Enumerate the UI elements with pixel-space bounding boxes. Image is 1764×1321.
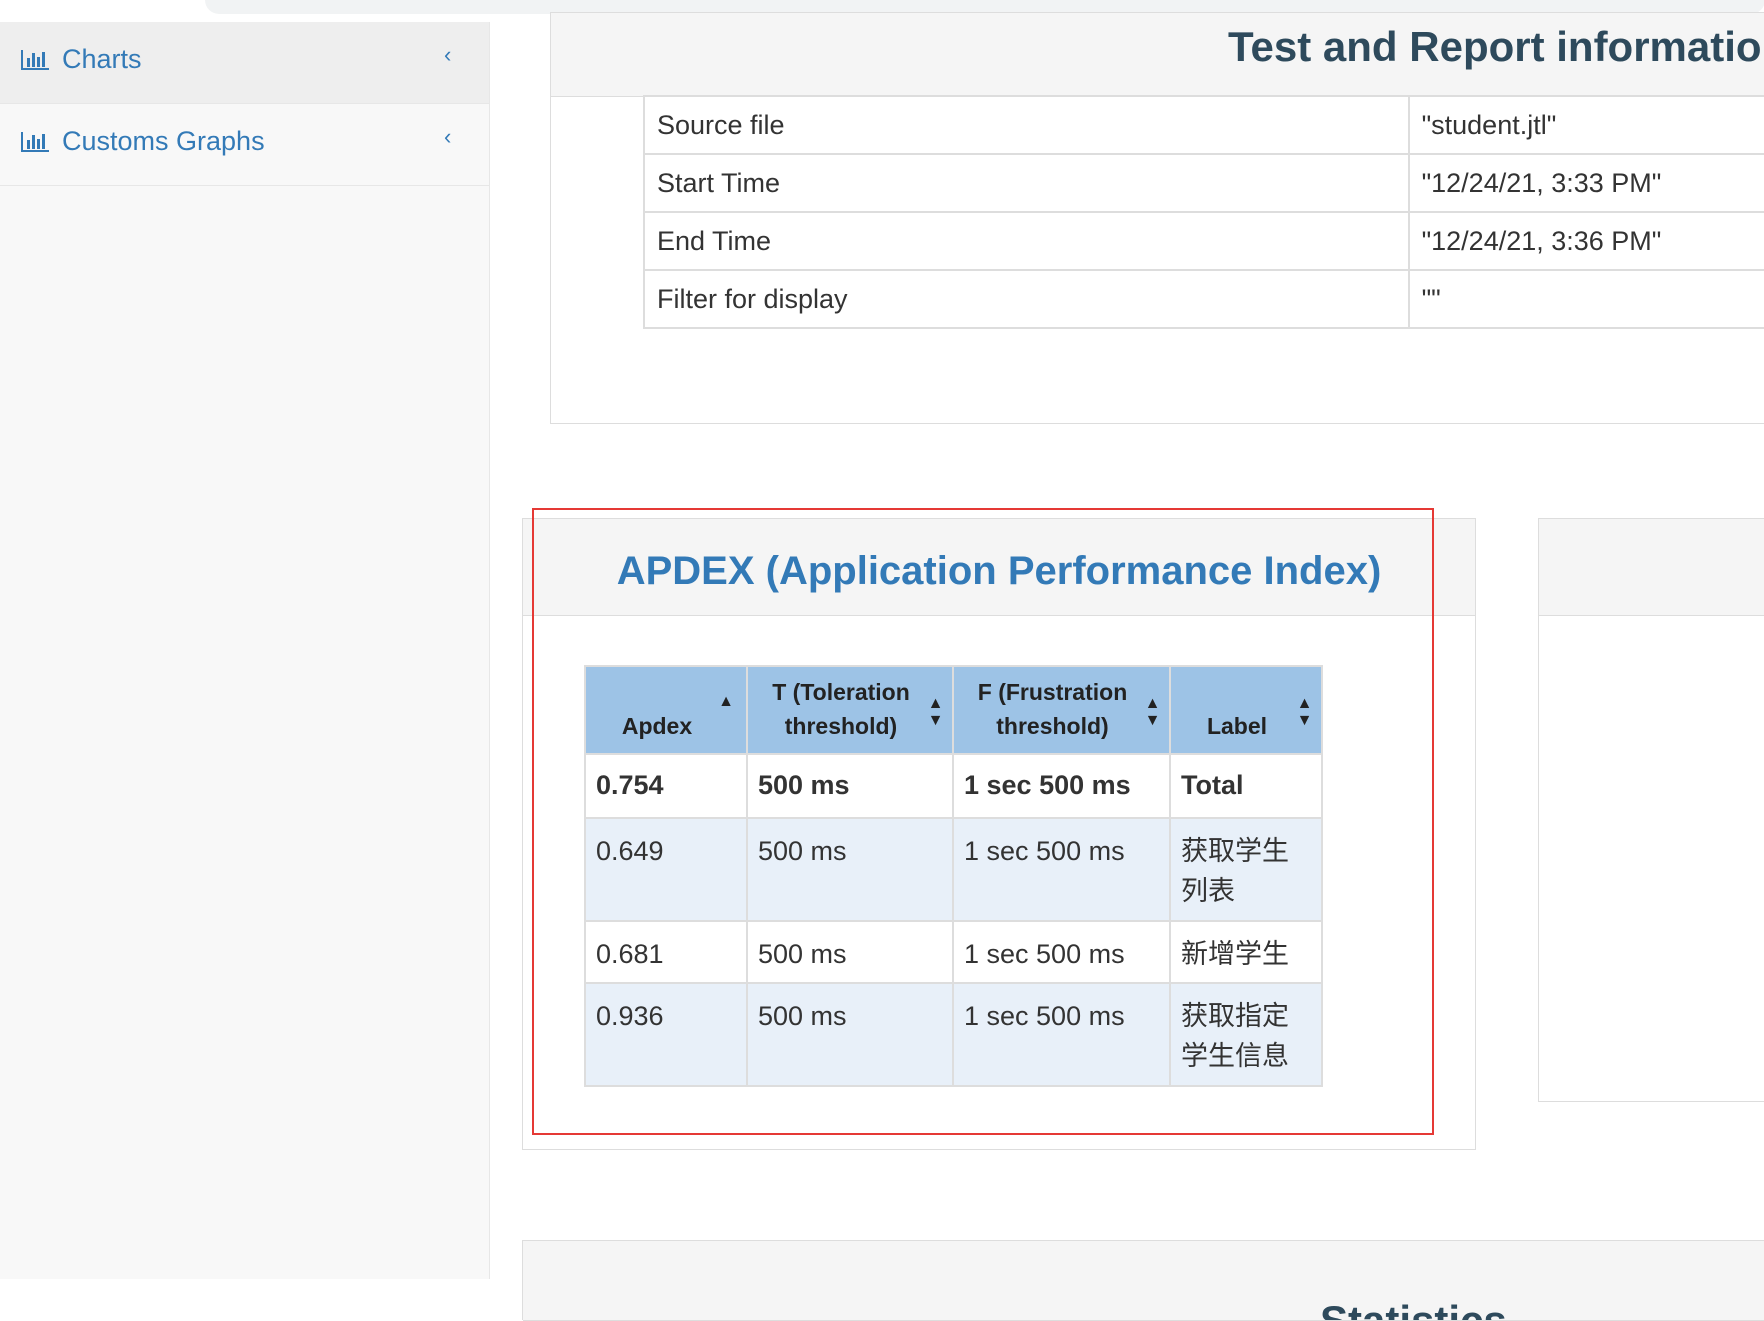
panel-title: APDEX (Application Performance Index)	[616, 549, 1382, 593]
info-value: "12/24/21, 3:36 PM"	[1407, 211, 1764, 271]
table-row: Start Time "12/24/21, 3:33 PM"	[643, 153, 1764, 213]
frustration-value: 1 sec 500 ms	[952, 982, 1171, 1087]
frustration-value: 1 sec 500 ms	[952, 920, 1171, 984]
label-value: 获取学生列表	[1169, 817, 1323, 922]
info-key: Start Time	[643, 153, 1410, 213]
bar-chart-icon	[21, 132, 49, 152]
frustration-value: 1 sec 500 ms	[952, 753, 1171, 819]
chevron-left-icon[interactable]: ‹	[444, 42, 451, 68]
table-row: End Time "12/24/21, 3:36 PM"	[643, 211, 1764, 271]
label-value: 新增学生	[1169, 920, 1323, 984]
apdex-value: 0.936	[584, 982, 748, 1087]
sort-icon[interactable]: ▲▼	[927, 695, 944, 729]
toleration-value: 500 ms	[746, 753, 954, 819]
toleration-value: 500 ms	[746, 817, 954, 922]
panel-heading: APDEX (Application Performance Index)	[523, 519, 1475, 616]
label-value: Total	[1169, 753, 1323, 819]
total-row: 0.754 500 ms 1 sec 500 ms Total	[584, 753, 1323, 819]
apdex-value: 0.649	[584, 817, 748, 922]
sidebar-item-customs-graphs[interactable]: Customs Graphs ‹	[0, 104, 489, 186]
sidebar-item-label: Customs Graphs	[62, 126, 265, 156]
side-panel	[1538, 518, 1764, 1102]
panel-title: Test and Report information	[1228, 23, 1764, 70]
header-label: threshold)	[996, 713, 1109, 739]
column-header-frustration[interactable]: F (Frustration threshold) ▲▼	[952, 665, 1171, 755]
apdex-value: 0.754	[584, 753, 748, 819]
sort-icon[interactable]: ▲▼	[1296, 695, 1313, 729]
toleration-value: 500 ms	[746, 982, 954, 1087]
sidebar-item-label: Charts	[62, 44, 142, 74]
toleration-value: 500 ms	[746, 920, 954, 984]
statistics-panel: Statistics	[522, 1240, 1764, 1321]
sidebar: Charts ‹ Customs Graphs ‹	[0, 22, 490, 1279]
info-key: End Time	[643, 211, 1410, 271]
column-header-apdex[interactable]: Apdex ▲	[584, 665, 748, 755]
header-label: Label	[1206, 713, 1268, 739]
table-row: Filter for display ""	[643, 269, 1764, 329]
test-report-panel: Test and Report information Source file …	[550, 12, 1764, 424]
sidebar-item-charts[interactable]: Charts ‹	[0, 22, 489, 104]
header-row: Apdex ▲ T (Toleration threshold) ▲▼ F (Fr…	[584, 665, 1323, 755]
main-content: Test and Report information Source file …	[490, 12, 1764, 1321]
bar-chart-icon	[21, 50, 49, 70]
header-label: F (Frustration	[977, 679, 1128, 705]
sort-asc-icon[interactable]: ▲	[718, 694, 734, 710]
chevron-left-icon[interactable]: ‹	[444, 124, 451, 150]
info-key: Filter for display	[643, 269, 1410, 329]
label-value: 获取指定学生信息	[1169, 982, 1323, 1087]
table-row: 0.681 500 ms 1 sec 500 ms 新增学生	[584, 920, 1323, 984]
header-label: threshold)	[784, 713, 898, 739]
apdex-panel: APDEX (Application Performance Index) Ap…	[522, 518, 1476, 1150]
test-report-table: Source file "student.jtl" Start Time "12…	[643, 95, 1764, 329]
panel-heading	[1539, 519, 1764, 616]
apdex-table: Apdex ▲ T (Toleration threshold) ▲▼ F (Fr…	[584, 665, 1323, 1087]
table-row: 0.936 500 ms 1 sec 500 ms 获取指定学生信息	[584, 982, 1323, 1087]
sort-icon[interactable]: ▲▼	[1144, 695, 1161, 729]
header-label: Apdex	[621, 713, 693, 739]
info-value: "12/24/21, 3:33 PM"	[1407, 153, 1764, 213]
frustration-value: 1 sec 500 ms	[952, 817, 1171, 922]
info-value: "student.jtl"	[1407, 95, 1764, 155]
info-key: Source file	[643, 95, 1410, 155]
apdex-value: 0.681	[584, 920, 748, 984]
panel-heading: Test and Report information	[551, 13, 1764, 97]
panel-heading: Statistics	[523, 1241, 1764, 1321]
column-header-toleration[interactable]: T (Toleration threshold) ▲▼	[746, 665, 954, 755]
column-header-label[interactable]: Label ▲▼	[1169, 665, 1323, 755]
info-value: ""	[1407, 269, 1764, 329]
panel-title: Statistics	[1320, 1297, 1507, 1321]
table-row: Source file "student.jtl"	[643, 95, 1764, 155]
header-label: T (Toleration	[772, 679, 910, 705]
table-row: 0.649 500 ms 1 sec 500 ms 获取学生列表	[584, 817, 1323, 922]
